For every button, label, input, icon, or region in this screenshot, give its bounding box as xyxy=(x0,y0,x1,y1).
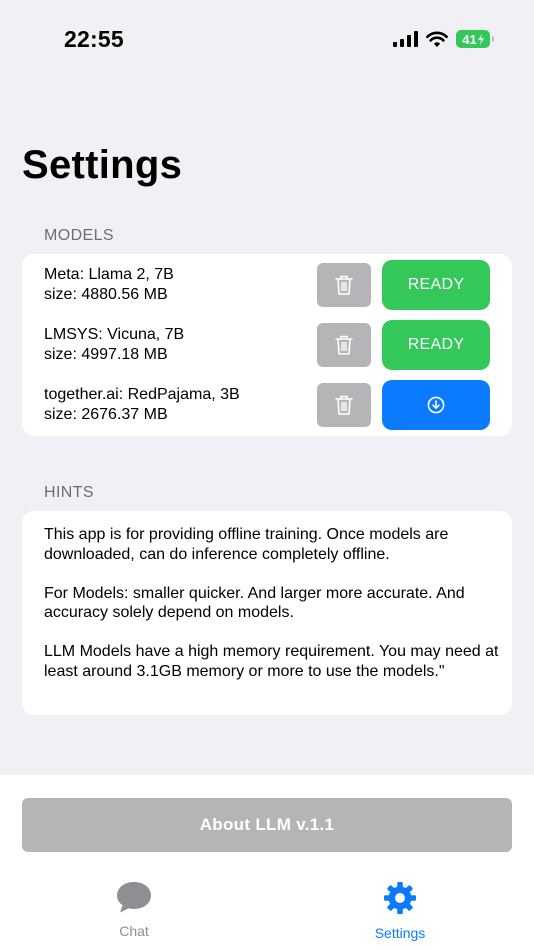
tab-label: Chat xyxy=(119,923,149,939)
model-size: size: 4880.56 MB xyxy=(44,286,168,303)
delete-model-button[interactable] xyxy=(317,383,371,427)
hint-paragraph: For Models: smaller quicker. And larger … xyxy=(44,584,465,622)
battery-level: 41 xyxy=(462,31,477,47)
model-row: together.ai: RedPajama, 3B size: 2676.37… xyxy=(22,375,512,435)
model-row: LMSYS: Vicuna, 7B size: 4997.18 MB READY xyxy=(22,315,512,375)
trash-icon xyxy=(335,275,353,295)
model-name: LMSYS: Vicuna, 7B xyxy=(44,326,185,343)
battery-icon: 41 xyxy=(456,30,494,48)
delete-model-button[interactable] xyxy=(317,263,371,307)
tab-label: Settings xyxy=(374,925,426,941)
model-size: size: 4997.18 MB xyxy=(44,346,168,363)
download-circle-icon xyxy=(427,396,445,414)
gear-icon xyxy=(384,882,416,914)
models-card: Meta: Llama 2, 7B size: 4880.56 MB READY… xyxy=(22,254,512,436)
status-time: 22:55 xyxy=(64,26,124,52)
status-bar: 22:55 41 xyxy=(0,0,534,80)
hints-section-header: HINTS xyxy=(44,484,94,501)
model-status-button[interactable]: READY xyxy=(382,260,490,310)
status-icons: 41 xyxy=(393,30,494,48)
delete-model-button[interactable] xyxy=(317,323,371,367)
trash-icon xyxy=(335,395,353,415)
model-row: Meta: Llama 2, 7B size: 4880.56 MB READY xyxy=(22,255,512,315)
tab-chat[interactable]: Chat xyxy=(74,880,194,939)
model-name: together.ai: RedPajama, 3B xyxy=(44,386,240,403)
model-size: size: 2676.37 MB xyxy=(44,406,168,423)
model-name: Meta: Llama 2, 7B xyxy=(44,266,174,283)
models-section-header: MODELS xyxy=(44,227,114,244)
cellular-signal-icon xyxy=(393,31,418,47)
chat-bubble-icon xyxy=(117,882,151,913)
charging-bolt-icon xyxy=(477,33,484,45)
bottom-panel: About LLM v.1.1 Chat Settings xyxy=(0,775,534,950)
hint-paragraph: LLM Models have a high memory requiremen… xyxy=(44,643,499,680)
hint-paragraph: This app is for providing offline traini… xyxy=(44,526,449,563)
tab-settings[interactable]: Settings xyxy=(340,880,460,941)
about-button[interactable]: About LLM v.1.1 xyxy=(22,798,512,852)
trash-icon xyxy=(335,335,353,355)
model-status-button[interactable]: READY xyxy=(382,320,490,370)
hints-card: This app is for providing offline traini… xyxy=(22,511,512,715)
page-title: Settings xyxy=(22,143,183,187)
download-model-button[interactable] xyxy=(382,380,490,430)
hints-text: This app is for providing offline traini… xyxy=(44,525,500,681)
wifi-icon xyxy=(426,31,448,47)
